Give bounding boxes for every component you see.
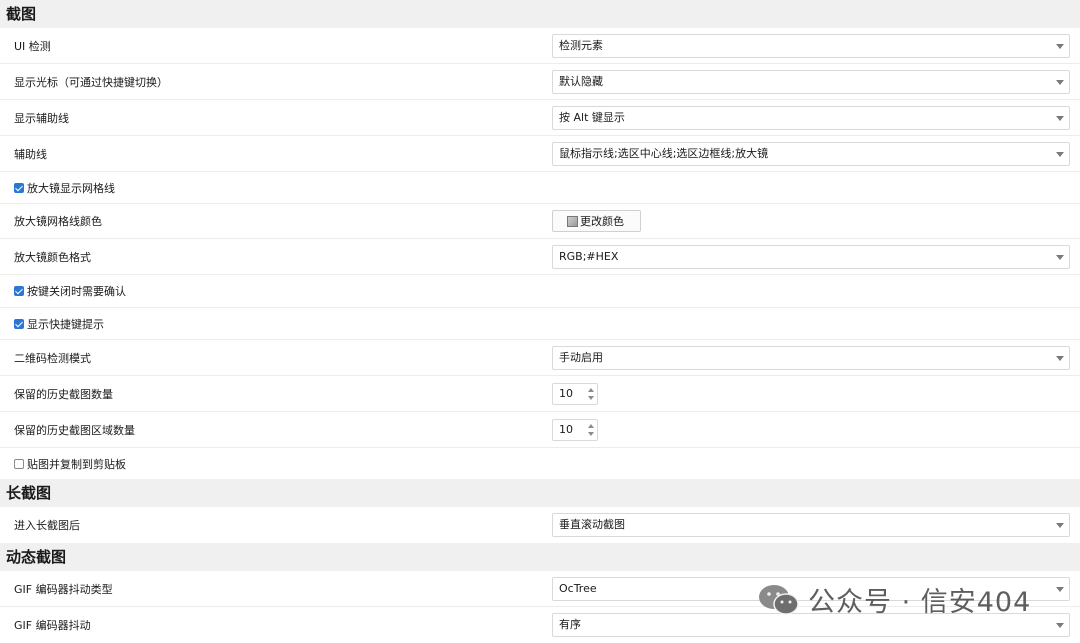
history-count-value: 10 [559, 386, 573, 400]
show-guides-control: 按 Alt 键显示 [552, 105, 1070, 130]
gif-dither-type-value: OcTree [559, 581, 597, 595]
chevron-down-icon [1056, 586, 1064, 592]
show-cursor-label: 显示光标（可通过快捷键切换） [14, 75, 168, 89]
chevron-down-icon [1056, 115, 1064, 121]
chevron-down-icon [1056, 623, 1064, 628]
show-cursor-control: 默认隐藏 [552, 69, 1070, 94]
setting-row-show-guides: 显示辅助线 按 Alt 键显示 [0, 100, 1080, 136]
qr-mode-control: 手动启用 [552, 345, 1070, 370]
history-region-count-control: 10 [552, 418, 1070, 441]
setting-row-long-after-enter: 进入长截图后 垂直滚动截图 [0, 507, 1080, 543]
chevron-down-icon [1056, 79, 1064, 85]
magnifier-color-format-label: 放大镜颜色格式 [14, 250, 91, 264]
magnifier-grid-label: 放大镜显示网格线 [27, 181, 115, 195]
ui-detect-label: UI 检测 [14, 39, 51, 53]
spin-up-icon[interactable] [588, 423, 594, 428]
qr-mode-value: 手动启用 [559, 350, 603, 364]
history-region-count-spinbox[interactable]: 10 [552, 418, 598, 441]
magnifier-color-format-select[interactable]: RGB;#HEX [552, 244, 1070, 269]
gif-dither-select[interactable]: 有序 [552, 613, 1070, 637]
history-count-spinbox[interactable]: 10 [552, 382, 598, 405]
long-after-enter-value: 垂直滚动截图 [559, 518, 625, 531]
checkbox-unchecked-icon[interactable] [14, 458, 24, 469]
pin-copy-checkbox[interactable]: 贴图并复制到剪贴板 [14, 456, 126, 472]
confirm-close-label: 按键关闭时需要确认 [27, 285, 126, 298]
gif-dither-type-label: GIF 编码器抖动类型 [14, 582, 113, 596]
change-color-button[interactable]: 更改颜色 [552, 210, 641, 232]
show-guides-select[interactable]: 按 Alt 键显示 [552, 105, 1070, 130]
magnifier-grid-color-label: 放大镜网格线颜色 [14, 215, 102, 228]
setting-row-ui-detect: UI 检测 检测元素 [0, 28, 1080, 64]
history-region-count-label: 保留的历史截图区域数量 [14, 423, 135, 437]
gif-settings-panel: GIF 编码器抖动类型 OcTree GIF 编码器抖动 有序 [0, 571, 1080, 643]
spin-down-icon[interactable] [588, 395, 594, 400]
confirm-close-checkbox[interactable]: 按键关闭时需要确认 [14, 283, 126, 299]
setting-row-gif-dither: GIF 编码器抖动 有序 [0, 607, 1080, 643]
history-region-count-value: 10 [559, 422, 573, 436]
magnifier-grid-color-control: 更改颜色 [552, 210, 1070, 232]
spin-up-icon[interactable] [588, 387, 594, 392]
chevron-down-icon [1056, 151, 1064, 157]
gif-dither-control: 有序 [552, 613, 1070, 637]
ui-detect-value: 检测元素 [559, 38, 603, 52]
section-title-long-screenshot: 长截图 [0, 479, 1080, 507]
change-color-label: 更改颜色 [580, 215, 624, 228]
show-cursor-select[interactable]: 默认隐藏 [552, 69, 1070, 94]
show-hotkey-hints-label: 显示快捷键提示 [27, 317, 104, 331]
show-guides-value: 按 Alt 键显示 [559, 110, 625, 124]
ui-detect-control: 检测元素 [552, 33, 1070, 58]
checkbox-checked-icon[interactable] [14, 286, 24, 296]
guides-control: 鼠标指示线;选区中心线;选区边框线;放大镜 [552, 141, 1070, 166]
long-after-enter-control: 垂直滚动截图 [552, 513, 1070, 537]
section-title-gif: 动态截图 [0, 543, 1080, 571]
chevron-down-icon [1056, 43, 1064, 49]
magnifier-color-format-value: RGB;#HEX [559, 249, 619, 263]
section-title-screenshot: 截图 [0, 0, 1080, 28]
setting-row-guides: 辅助线 鼠标指示线;选区中心线;选区边框线;放大镜 [0, 136, 1080, 172]
ui-detect-select[interactable]: 检测元素 [552, 33, 1070, 58]
setting-row-show-hotkey-hints: 显示快捷键提示 [0, 308, 1080, 340]
setting-row-show-cursor: 显示光标（可通过快捷键切换） 默认隐藏 [0, 64, 1080, 100]
chevron-down-icon [1056, 355, 1064, 361]
gif-dither-label: GIF 编码器抖动 [14, 619, 91, 632]
setting-row-history-region-count: 保留的历史截图区域数量 10 [0, 412, 1080, 448]
long-after-enter-select[interactable]: 垂直滚动截图 [552, 513, 1070, 537]
setting-row-magnifier-grid-color: 放大镜网格线颜色 更改颜色 [0, 204, 1080, 239]
magnifier-grid-checkbox[interactable]: 放大镜显示网格线 [14, 180, 115, 196]
checkbox-checked-icon[interactable] [14, 318, 24, 329]
chevron-down-icon [1056, 523, 1064, 528]
qr-mode-select[interactable]: 手动启用 [552, 345, 1070, 370]
gif-dither-type-select[interactable]: OcTree [552, 576, 1070, 601]
setting-row-gif-dither-type: GIF 编码器抖动类型 OcTree [0, 571, 1080, 607]
history-count-control: 10 [552, 382, 1070, 405]
gif-dither-type-control: OcTree [552, 576, 1070, 601]
checkbox-checked-icon[interactable] [14, 182, 24, 193]
setting-row-magnifier-grid: 放大镜显示网格线 [0, 172, 1080, 204]
guides-label: 辅助线 [14, 147, 47, 161]
setting-row-magnifier-color-format: 放大镜颜色格式 RGB;#HEX [0, 239, 1080, 275]
setting-row-qr-mode: 二维码检测模式 手动启用 [0, 340, 1080, 376]
spin-down-icon[interactable] [588, 431, 594, 436]
show-hotkey-hints-checkbox[interactable]: 显示快捷键提示 [14, 316, 104, 332]
magnifier-color-format-control: RGB;#HEX [552, 244, 1070, 269]
history-count-label: 保留的历史截图数量 [14, 387, 113, 401]
setting-row-confirm-close: 按键关闭时需要确认 [0, 275, 1080, 308]
show-cursor-value: 默认隐藏 [559, 74, 603, 88]
guides-select[interactable]: 鼠标指示线;选区中心线;选区边框线;放大镜 [552, 141, 1070, 166]
long-after-enter-label: 进入长截图后 [14, 519, 80, 532]
setting-row-pin-copy: 贴图并复制到剪贴板 [0, 448, 1080, 479]
setting-row-history-count: 保留的历史截图数量 10 [0, 376, 1080, 412]
color-swatch-icon [567, 215, 578, 227]
screenshot-settings-panel: UI 检测 检测元素 显示光标（可通过快捷键切换） 默认隐藏 显示辅助线 按 A… [0, 28, 1080, 479]
show-guides-label: 显示辅助线 [14, 111, 69, 125]
pin-copy-label: 贴图并复制到剪贴板 [27, 457, 126, 471]
long-screenshot-settings-panel: 进入长截图后 垂直滚动截图 [0, 507, 1080, 543]
gif-dither-value: 有序 [559, 618, 581, 631]
guides-value: 鼠标指示线;选区中心线;选区边框线;放大镜 [559, 146, 769, 160]
chevron-down-icon [1056, 254, 1064, 260]
qr-mode-label: 二维码检测模式 [14, 351, 91, 365]
